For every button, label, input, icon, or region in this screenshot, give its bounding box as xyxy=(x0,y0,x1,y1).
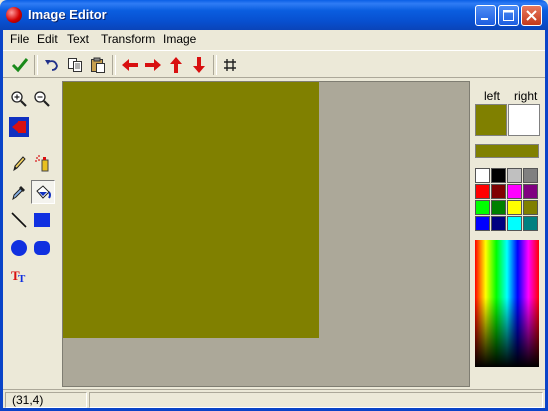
maximize-button[interactable] xyxy=(498,5,519,26)
color-swatch[interactable] xyxy=(523,184,538,199)
zoom-in-icon xyxy=(11,91,27,107)
swatch-grid xyxy=(475,168,541,234)
drawing-canvas[interactable] xyxy=(63,82,319,338)
app-icon xyxy=(6,7,22,23)
line-tool[interactable] xyxy=(8,209,30,231)
color-palette-panel: left right xyxy=(471,80,545,387)
zoom-in-tool[interactable] xyxy=(8,88,30,110)
color-swatch[interactable] xyxy=(523,216,538,231)
shift-down-button[interactable] xyxy=(188,54,210,76)
copy-button[interactable] xyxy=(64,54,86,76)
fill-bucket-tool[interactable] xyxy=(31,180,55,204)
color-swatch[interactable] xyxy=(491,200,506,215)
color-swatch[interactable] xyxy=(475,216,490,231)
pencil-icon xyxy=(13,156,26,172)
status-message xyxy=(89,392,543,408)
menu-text[interactable]: Text xyxy=(67,32,89,46)
line-icon xyxy=(11,212,27,228)
zoom-out-icon xyxy=(34,91,50,107)
color-swatch[interactable] xyxy=(523,168,538,183)
rectangle-tool[interactable] xyxy=(31,209,53,231)
tool-panel: TT xyxy=(3,80,60,387)
text-tool[interactable]: TT xyxy=(8,265,30,287)
color-swatch[interactable] xyxy=(491,168,506,183)
text-icon: TT xyxy=(11,268,26,285)
undo-button[interactable] xyxy=(41,54,63,76)
toolbar-separator xyxy=(112,55,116,75)
shift-right-button[interactable] xyxy=(142,54,164,76)
arrow-up-icon xyxy=(170,57,182,73)
copy-icon xyxy=(68,58,82,72)
menu-edit[interactable]: Edit xyxy=(37,32,58,46)
spray-tool[interactable] xyxy=(31,152,53,174)
paint-bucket-icon xyxy=(36,185,51,199)
color-swatch[interactable] xyxy=(491,184,506,199)
left-color-label: left xyxy=(484,89,501,103)
rounded-rectangle-icon xyxy=(34,241,50,255)
grid-icon xyxy=(224,59,236,71)
eyedropper-tool[interactable] xyxy=(8,181,30,203)
shift-left-button[interactable] xyxy=(119,54,141,76)
color-swatch[interactable] xyxy=(507,216,522,231)
arrow-down-icon xyxy=(193,57,205,73)
check-icon xyxy=(11,58,29,73)
color-swap-icon xyxy=(9,117,29,137)
color-swatch[interactable] xyxy=(507,168,522,183)
arrow-left-icon xyxy=(122,59,138,71)
color-swatch[interactable] xyxy=(475,200,490,215)
window-title: Image Editor xyxy=(28,7,107,22)
close-button[interactable] xyxy=(521,5,542,26)
menu-file[interactable]: File xyxy=(10,32,29,46)
rectangle-icon xyxy=(34,213,50,227)
menu-image[interactable]: Image xyxy=(163,32,196,46)
color-swatch[interactable] xyxy=(507,200,522,215)
close-icon xyxy=(526,10,537,21)
color-swatch[interactable] xyxy=(475,184,490,199)
undo-icon xyxy=(45,60,58,71)
color-swatch[interactable] xyxy=(475,168,490,183)
shift-up-button[interactable] xyxy=(165,54,187,76)
toolbar-separator xyxy=(213,55,217,75)
status-bar: (31,4) xyxy=(3,389,545,408)
minimize-button[interactable] xyxy=(475,5,496,26)
color-swatch[interactable] xyxy=(491,216,506,231)
right-color-label: right xyxy=(514,89,538,103)
ellipse-icon xyxy=(11,240,27,256)
current-color-bar xyxy=(475,144,539,158)
paste-icon xyxy=(91,57,105,73)
left-color-box[interactable] xyxy=(475,104,507,136)
color-spectrum[interactable] xyxy=(475,240,539,367)
menu-transform[interactable]: Transform xyxy=(101,32,155,46)
pencil-tool[interactable] xyxy=(8,152,30,174)
arrow-right-icon xyxy=(145,59,161,71)
right-color-box[interactable] xyxy=(508,104,540,136)
paste-button[interactable] xyxy=(87,54,109,76)
toolbar-separator xyxy=(34,55,38,75)
color-swap-tool[interactable] xyxy=(8,116,30,138)
svg-text:T: T xyxy=(18,273,26,285)
rounded-rectangle-tool[interactable] xyxy=(31,237,53,259)
eyedropper-icon xyxy=(12,186,25,201)
cursor-position: (31,4) xyxy=(5,392,87,408)
canvas-area[interactable] xyxy=(62,81,470,387)
toolbar xyxy=(3,50,545,78)
color-swatch[interactable] xyxy=(523,200,538,215)
apply-button[interactable] xyxy=(9,54,31,76)
spray-can-icon xyxy=(35,155,49,172)
ellipse-tool[interactable] xyxy=(8,237,30,259)
zoom-out-tool[interactable] xyxy=(31,88,53,110)
menu-bar: File Edit Text Transform Image xyxy=(3,30,545,49)
grid-button[interactable] xyxy=(219,54,241,76)
color-swatch[interactable] xyxy=(507,184,522,199)
minimize-icon xyxy=(481,18,488,20)
maximize-icon xyxy=(503,10,514,21)
